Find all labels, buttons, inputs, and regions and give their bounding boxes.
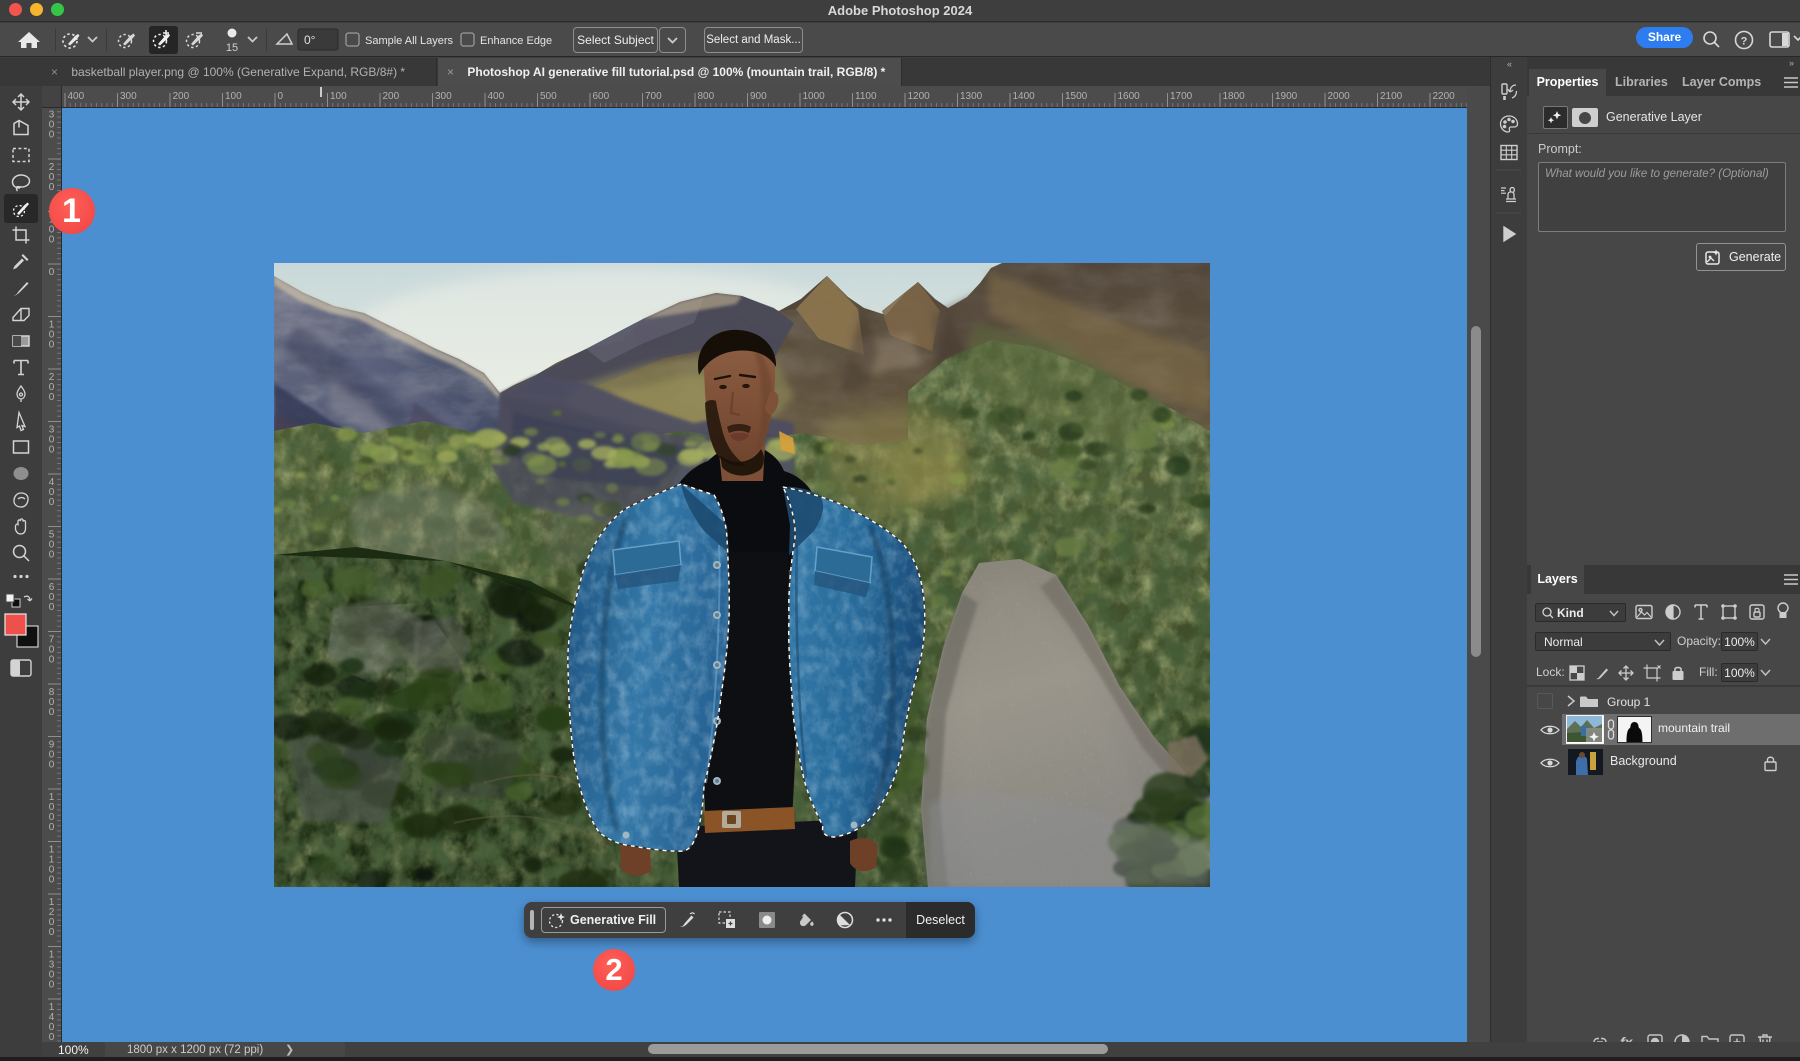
svg-text:600: 600: [49, 582, 55, 613]
svg-text:1300: 1300: [960, 91, 983, 102]
svg-text:0°: 0°: [304, 33, 316, 47]
svg-text:200: 200: [383, 91, 400, 102]
svg-text:900: 900: [750, 91, 767, 102]
svg-text:600: 600: [593, 91, 610, 102]
svg-text:«: «: [1507, 59, 1512, 69]
svg-text:1300: 1300: [49, 950, 55, 991]
svg-text:0: 0: [278, 91, 284, 102]
svg-text:800: 800: [698, 91, 715, 102]
svg-text:1700: 1700: [1170, 91, 1193, 102]
svg-text:?: ?: [1741, 36, 1748, 48]
svg-text:1100: 1100: [49, 845, 55, 886]
svg-text:300: 300: [435, 91, 452, 102]
svg-text:100: 100: [330, 91, 347, 102]
svg-text:500: 500: [540, 91, 557, 102]
svg-text:900: 900: [49, 740, 55, 771]
svg-text:700: 700: [645, 91, 662, 102]
svg-text:1500: 1500: [1065, 91, 1088, 102]
svg-text:800: 800: [49, 687, 55, 718]
svg-text:100: 100: [49, 320, 55, 351]
svg-text:400: 400: [68, 91, 85, 102]
svg-text:1900: 1900: [1275, 91, 1298, 102]
svg-text:700: 700: [49, 635, 55, 666]
svg-text:200: 200: [49, 162, 55, 193]
svg-text:15: 15: [226, 42, 238, 54]
svg-text:2100: 2100: [1380, 91, 1403, 102]
svg-text:1000: 1000: [49, 792, 55, 833]
svg-text:1100: 1100: [855, 91, 877, 102]
svg-text:2200: 2200: [1433, 91, 1456, 102]
svg-text:1600: 1600: [1118, 91, 1141, 102]
svg-text:1200: 1200: [908, 91, 931, 102]
svg-text:1400: 1400: [1013, 91, 1036, 102]
svg-text:100: 100: [225, 91, 242, 102]
svg-text:Sample All Layers: Sample All Layers: [365, 35, 454, 47]
svg-text:200: 200: [173, 91, 190, 102]
svg-text:200: 200: [49, 372, 55, 403]
svg-text:400: 400: [488, 91, 505, 102]
svg-text:400: 400: [49, 477, 55, 508]
svg-text:300: 300: [49, 110, 55, 141]
svg-text:Enhance Edge: Enhance Edge: [480, 35, 552, 47]
svg-text:2000: 2000: [1328, 91, 1351, 102]
svg-text:1000: 1000: [803, 91, 826, 102]
svg-text:500: 500: [49, 530, 55, 561]
svg-text:1800: 1800: [1223, 91, 1246, 102]
svg-text:300: 300: [49, 425, 55, 456]
svg-text:1400: 1400: [49, 1002, 55, 1042]
svg-text:0: 0: [49, 267, 55, 278]
svg-text:300: 300: [120, 91, 137, 102]
svg-text:1200: 1200: [49, 897, 55, 938]
